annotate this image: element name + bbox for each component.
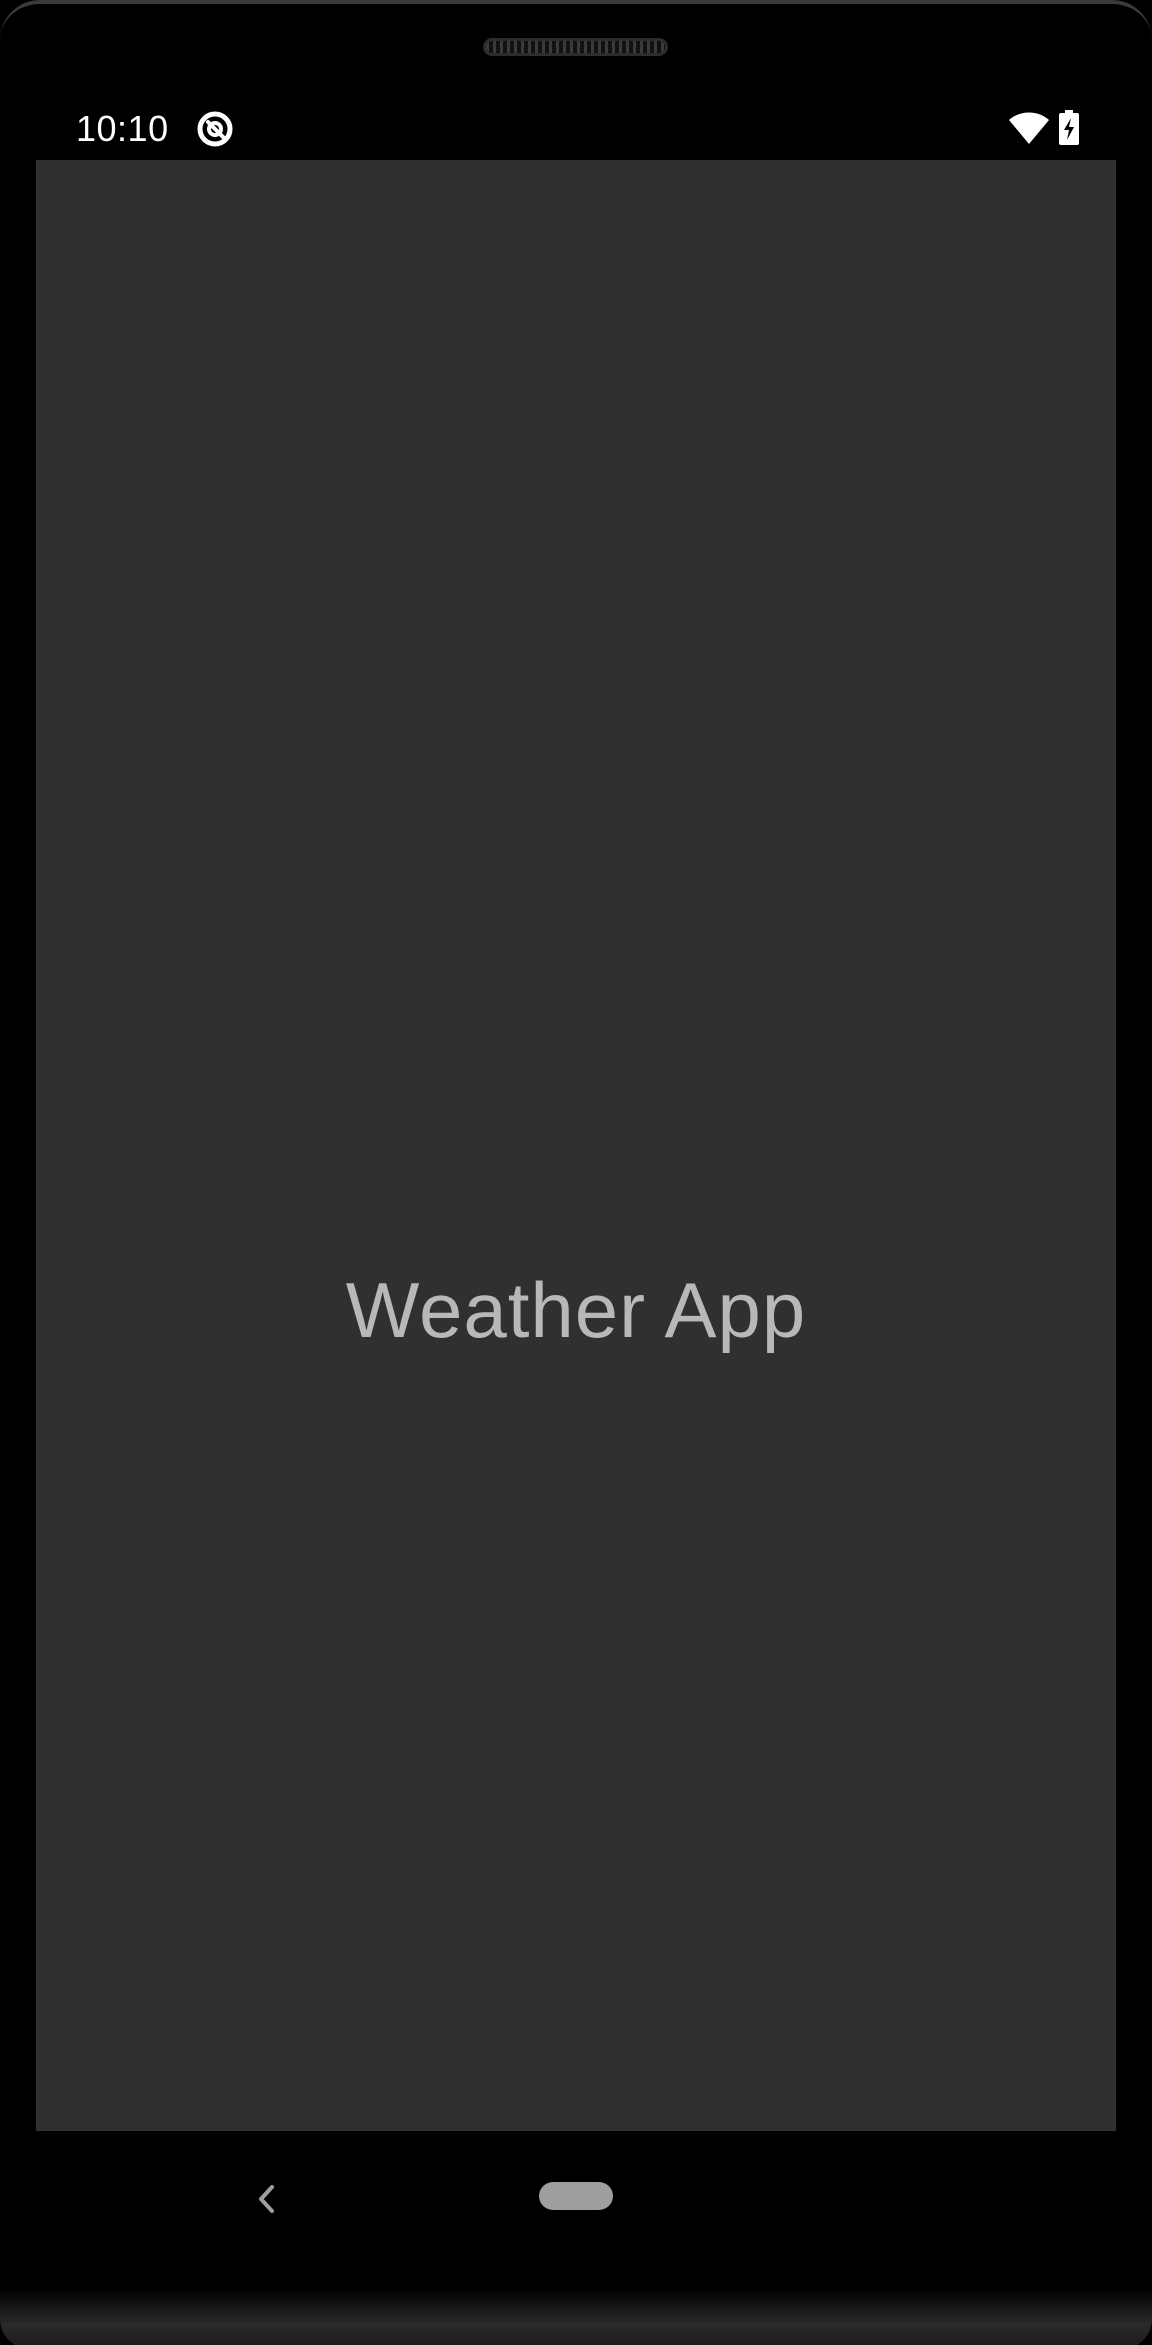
- app-screen: Weather App: [36, 160, 1116, 2131]
- device-chin: [0, 2289, 1152, 2345]
- app-notification-icon: [196, 110, 234, 148]
- battery-charging-icon: [1058, 109, 1080, 151]
- earpiece-speaker: [483, 38, 668, 56]
- status-bar: 10:10: [36, 102, 1116, 158]
- app-title: Weather App: [345, 1266, 807, 1354]
- home-pill[interactable]: [539, 2182, 613, 2210]
- back-icon[interactable]: [252, 2181, 282, 2217]
- status-time: 10:10: [76, 108, 169, 149]
- phone-frame: 10:10 Weather App: [0, 0, 1152, 2345]
- navigation-bar: [0, 2131, 1152, 2291]
- status-icons: [1008, 109, 1080, 151]
- wifi-icon: [1008, 111, 1050, 150]
